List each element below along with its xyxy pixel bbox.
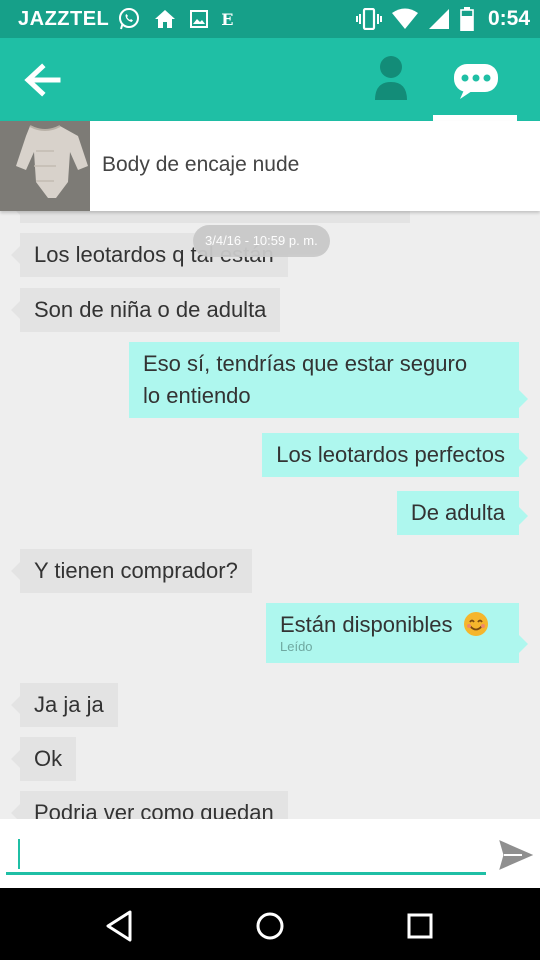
read-receipt: Leído xyxy=(280,639,313,654)
message-incoming[interactable]: Son de niña o de adulta xyxy=(10,288,281,332)
message-text: Ok xyxy=(34,746,63,771)
message-text: Podria ver como quedan xyxy=(34,800,274,819)
message-incoming[interactable]: Y tienen comprador? xyxy=(11,549,252,593)
chat-messages[interactable]: Los leotardos q tal están 3/4/16 - 10:59… xyxy=(0,211,540,819)
smiling-face-icon xyxy=(463,612,488,636)
carrier-name: JAZZTEL xyxy=(18,7,110,30)
message-text: Y tienen comprador? xyxy=(34,558,238,583)
product-thumbnail[interactable] xyxy=(0,121,90,211)
message-text-line: Eso sí, tendrías que estar seguro xyxy=(143,351,468,376)
message-incoming[interactable]: Podria ver como quedan xyxy=(11,791,288,819)
wifi-icon xyxy=(391,8,418,29)
e-icon: E xyxy=(221,9,234,29)
product-title: Body de encaje nude xyxy=(102,153,300,176)
message-outgoing[interactable]: De adulta xyxy=(396,491,529,535)
back-triangle-icon[interactable] xyxy=(100,906,140,946)
message-text: Están disponibles xyxy=(280,612,453,637)
message-outgoing[interactable]: Eso sí, tendrías que estar seguro lo ent… xyxy=(129,342,528,418)
message-text: Son de niña o de adulta xyxy=(34,297,267,322)
navigation-bar xyxy=(0,888,540,960)
message-text-line: lo entiendo xyxy=(143,383,251,408)
status-bar: JAZZTEL E 0:54 xyxy=(0,0,540,38)
message-text: Los leotardos perfectos xyxy=(276,442,505,467)
whatsapp-icon xyxy=(119,8,140,30)
send-icon[interactable] xyxy=(496,837,536,873)
back-arrow-icon[interactable] xyxy=(22,62,62,98)
signal-icon xyxy=(428,9,449,29)
app-bar xyxy=(0,38,540,121)
clock: 0:54 xyxy=(487,7,530,30)
message-bubble-clipped xyxy=(11,211,410,223)
text-cursor xyxy=(18,839,20,869)
chat-bubble-icon[interactable] xyxy=(434,52,518,108)
message-input-bar xyxy=(0,819,540,888)
battery-icon xyxy=(460,7,474,31)
message-outgoing[interactable]: Los leotardos perfectos xyxy=(262,433,528,477)
home-circle-icon[interactable] xyxy=(250,906,290,946)
vibrate-icon xyxy=(355,8,382,30)
person-icon[interactable] xyxy=(360,54,420,104)
bodysuit-image xyxy=(0,121,90,211)
message-input[interactable] xyxy=(6,835,486,875)
image-icon xyxy=(190,10,209,28)
message-outgoing[interactable]: Están disponibles Leído xyxy=(266,603,528,663)
message-text: Ja ja ja xyxy=(34,692,104,717)
date-separator: 3/4/16 - 10:59 p. m. xyxy=(193,225,330,257)
message-incoming[interactable]: Ja ja ja xyxy=(11,683,118,727)
product-header[interactable]: Body de encaje nude xyxy=(0,121,540,211)
recents-square-icon[interactable] xyxy=(400,906,440,946)
message-text: De adulta xyxy=(410,500,505,525)
home-icon xyxy=(155,10,176,28)
message-incoming[interactable]: Ok xyxy=(10,737,77,781)
